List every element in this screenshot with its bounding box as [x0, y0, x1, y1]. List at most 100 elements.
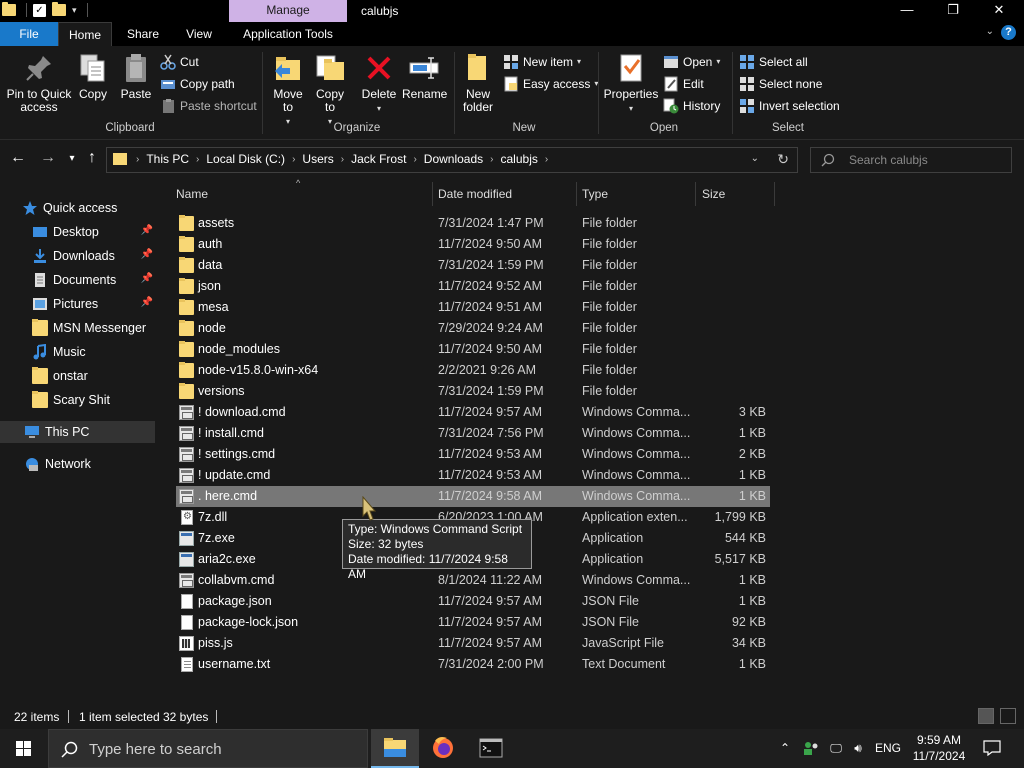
- file-row[interactable]: assets 7/31/2024 1:47 PM File folder: [176, 213, 770, 234]
- file-row[interactable]: username.txt 7/31/2024 2:00 PM Text Docume…: [176, 654, 770, 675]
- column-header-name[interactable]: Name: [176, 182, 430, 206]
- breadcrumb-local-disk[interactable]: Local Disk (C:): [206, 152, 285, 166]
- network-status-icon[interactable]: 🖵: [826, 729, 846, 768]
- column-divider[interactable]: [695, 182, 696, 206]
- tab-share[interactable]: Share: [118, 22, 168, 46]
- volume-icon[interactable]: 🔊︎: [848, 729, 868, 768]
- tab-application-tools[interactable]: Application Tools: [229, 22, 347, 46]
- search-input[interactable]: [849, 152, 1005, 168]
- nav-item-msn-messenger[interactable]: MSN Messenger: [32, 317, 155, 339]
- file-row[interactable]: package.json 11/7/2024 9:57 AM JSON File 1 …: [176, 591, 770, 612]
- rename-button[interactable]: Rename: [402, 52, 447, 101]
- move-to-button[interactable]: Move to ▾: [270, 52, 306, 128]
- delete-button[interactable]: Delete ▾: [360, 52, 398, 115]
- taskbar-firefox[interactable]: [419, 729, 467, 768]
- file-row[interactable]: json 11/7/2024 9:52 AM File folder: [176, 276, 770, 297]
- nav-network[interactable]: Network: [24, 453, 155, 475]
- breadcrumb-users[interactable]: Users: [302, 152, 333, 166]
- file-row[interactable]: node-v15.8.0-win-x64 2/2/2021 9:26 AM File…: [176, 360, 770, 381]
- breadcrumb-this-pc[interactable]: This PC: [146, 152, 189, 166]
- breadcrumb-calubjs[interactable]: calubjs: [501, 152, 538, 166]
- column-header-size[interactable]: Size: [702, 182, 772, 206]
- nav-item-scary-shit[interactable]: Scary Shit: [32, 389, 155, 411]
- file-row[interactable]: node_modules 11/7/2024 9:50 AM File folder: [176, 339, 770, 360]
- chevron-right-icon[interactable]: ›: [292, 154, 295, 165]
- large-icons-view-icon[interactable]: [1000, 708, 1016, 724]
- file-row[interactable]: ! settings.cmd 11/7/2024 9:53 AM Windows C…: [176, 444, 770, 465]
- pin-icon[interactable]: 📌: [141, 297, 153, 308]
- nav-item-documents[interactable]: Documents 📌: [32, 269, 155, 291]
- edit-button[interactable]: Edit: [663, 74, 704, 94]
- show-hidden-icons-icon[interactable]: ⌃: [776, 729, 794, 768]
- forward-arrow-icon[interactable]: →: [38, 149, 58, 167]
- column-header-type[interactable]: Type: [582, 182, 692, 206]
- collapse-ribbon-icon[interactable]: ⌄: [986, 26, 994, 37]
- input-language[interactable]: ENG: [872, 729, 904, 768]
- invert-selection-button[interactable]: Invert selection: [739, 96, 840, 116]
- pin-icon[interactable]: 📌: [141, 249, 153, 260]
- properties-check-icon[interactable]: ✓: [33, 3, 46, 17]
- chevron-right-icon[interactable]: ›: [490, 154, 493, 165]
- file-row[interactable]: . here.cmd 11/7/2024 9:58 AM Windows Comma…: [176, 486, 770, 507]
- column-divider[interactable]: [432, 182, 433, 206]
- start-button[interactable]: [0, 729, 48, 768]
- file-row[interactable]: ! update.cmd 11/7/2024 9:53 AM Windows Com…: [176, 465, 770, 486]
- refresh-icon[interactable]: ↻: [777, 151, 789, 168]
- recent-locations-icon[interactable]: ▾: [62, 153, 82, 164]
- cut-button[interactable]: Cut: [160, 52, 199, 72]
- taskbar-search[interactable]: Type here to search: [48, 729, 368, 768]
- paste-button[interactable]: Paste: [118, 52, 154, 101]
- clock[interactable]: 9:59 AM 11/7/2024: [910, 732, 968, 764]
- chevron-right-icon[interactable]: ›: [545, 154, 548, 165]
- address-bar[interactable]: › This PC › Local Disk (C:) › Users › Ja…: [106, 147, 798, 173]
- help-icon[interactable]: ?: [1001, 25, 1016, 40]
- copy-button[interactable]: Copy: [76, 52, 110, 101]
- people-icon[interactable]: [800, 729, 822, 768]
- column-divider[interactable]: [774, 182, 775, 206]
- history-button[interactable]: History: [663, 96, 720, 116]
- file-row[interactable]: data 7/31/2024 1:59 PM File folder: [176, 255, 770, 276]
- file-row[interactable]: ! download.cmd 11/7/2024 9:57 AM Windows C…: [176, 402, 770, 423]
- maximize-button[interactable]: ❐: [930, 0, 976, 22]
- open-button[interactable]: Open ▾: [663, 52, 720, 72]
- taskbar-file-explorer[interactable]: [371, 729, 419, 768]
- taskbar-command-prompt[interactable]: [467, 729, 515, 768]
- select-none-button[interactable]: Select none: [739, 74, 822, 94]
- minimize-button[interactable]: —: [884, 0, 930, 22]
- breadcrumb-jack-frost[interactable]: Jack Frost: [351, 152, 406, 166]
- close-button[interactable]: ✕: [976, 0, 1022, 22]
- tab-home[interactable]: Home: [58, 22, 112, 46]
- nav-item-desktop[interactable]: Desktop 📌: [32, 221, 155, 243]
- file-row[interactable]: ! install.cmd 7/31/2024 7:56 PM Windows Co…: [176, 423, 770, 444]
- tab-view[interactable]: View: [176, 22, 222, 46]
- copy-to-button[interactable]: Copy to ▾: [312, 52, 348, 128]
- pin-icon[interactable]: 📌: [141, 225, 153, 236]
- column-header-date[interactable]: Date modified: [438, 182, 574, 206]
- nav-this-pc[interactable]: This PC: [0, 421, 155, 443]
- back-arrow-icon[interactable]: ←: [8, 149, 28, 167]
- nav-item-pictures[interactable]: Pictures 📌: [32, 293, 155, 315]
- file-row[interactable]: node 7/29/2024 9:24 AM File folder: [176, 318, 770, 339]
- select-all-button[interactable]: Select all: [739, 52, 808, 72]
- nav-item-music[interactable]: Music: [32, 341, 155, 363]
- details-view-icon[interactable]: [978, 708, 994, 724]
- properties-button[interactable]: Properties ▾: [602, 52, 660, 115]
- file-row[interactable]: mesa 11/7/2024 9:51 AM File folder: [176, 297, 770, 318]
- up-arrow-icon[interactable]: ↑: [82, 149, 102, 167]
- chevron-right-icon[interactable]: ›: [196, 154, 199, 165]
- chevron-right-icon[interactable]: ›: [341, 154, 344, 165]
- pin-icon[interactable]: 📌: [141, 273, 153, 284]
- chevron-down-icon[interactable]: ⌄: [751, 153, 759, 164]
- file-row[interactable]: package-lock.json 11/7/2024 9:57 AM JSON F…: [176, 612, 770, 633]
- file-row[interactable]: piss.js 11/7/2024 9:57 AM JavaScript File 3…: [176, 633, 770, 654]
- search-box[interactable]: [810, 147, 1012, 173]
- pin-quick-access-button[interactable]: Pin to Quick access: [4, 52, 74, 114]
- chevron-right-icon[interactable]: ›: [413, 154, 416, 165]
- easy-access-button[interactable]: Easy access ▾: [503, 74, 598, 94]
- new-folder-icon[interactable]: [52, 2, 66, 16]
- file-row[interactable]: auth 11/7/2024 9:50 AM File folder: [176, 234, 770, 255]
- breadcrumb-downloads[interactable]: Downloads: [424, 152, 483, 166]
- nav-item-downloads[interactable]: Downloads 📌: [32, 245, 155, 267]
- customize-toolbar-icon[interactable]: ▾: [72, 5, 77, 16]
- copy-path-button[interactable]: Copy path: [160, 74, 235, 94]
